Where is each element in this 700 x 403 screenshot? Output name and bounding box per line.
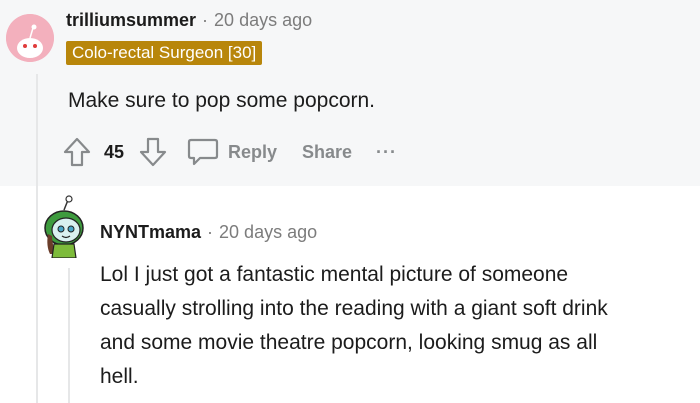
share-label: Share	[302, 141, 353, 162]
user-flair: Colo-rectal Surgeon [30]	[66, 41, 263, 65]
meta-separator: ·	[202, 10, 209, 30]
reply-label: Reply	[228, 141, 278, 162]
comment-body-line: and some movie theatre popcorn, looking …	[100, 331, 598, 354]
timestamp-link[interactable]: 20 days ago	[214, 10, 312, 30]
thread-line[interactable]	[36, 186, 38, 403]
upvote-button[interactable]	[62, 134, 92, 170]
comment-meta: trilliumsummer · 20 days ago	[66, 10, 312, 31]
downvote-arrow-icon	[139, 137, 167, 167]
comment-actions: 45 Reply Share ···	[62, 134, 422, 170]
username-link[interactable]: NYNTmama	[100, 222, 201, 242]
downvote-button[interactable]	[138, 134, 168, 170]
meta-separator: ·	[207, 222, 214, 242]
comment-meta: NYNTmama · 20 days ago	[100, 222, 317, 243]
share-button[interactable]: Share	[302, 134, 352, 170]
username-link[interactable]: trilliumsummer	[66, 10, 196, 30]
custom-snoo-avatar-icon	[44, 195, 84, 259]
comment-bubble-icon	[187, 138, 219, 166]
reply-button[interactable]: Reply	[186, 134, 277, 170]
timestamp-link[interactable]: 20 days ago	[219, 222, 317, 242]
thread-line[interactable]	[36, 74, 38, 186]
comment-body-line: Lol I just got a fantastic mental pictur…	[100, 263, 569, 286]
more-options-button[interactable]: ···	[376, 134, 397, 170]
avatar[interactable]	[6, 14, 54, 62]
comment-body: Lol I just got a fantastic mental pictur…	[100, 258, 700, 394]
more-options-icon: ···	[376, 141, 397, 162]
comment-body-line: casually strolling into the reading with…	[100, 297, 608, 320]
thread-line[interactable]	[68, 268, 70, 403]
snoo-avatar-icon	[6, 14, 54, 62]
vote-score: 45	[104, 141, 125, 162]
comment-body-line: hell.	[100, 365, 139, 388]
avatar[interactable]	[40, 194, 88, 259]
upvote-arrow-icon	[63, 137, 91, 167]
comment-body: Make sure to pop some popcorn.	[68, 89, 376, 112]
